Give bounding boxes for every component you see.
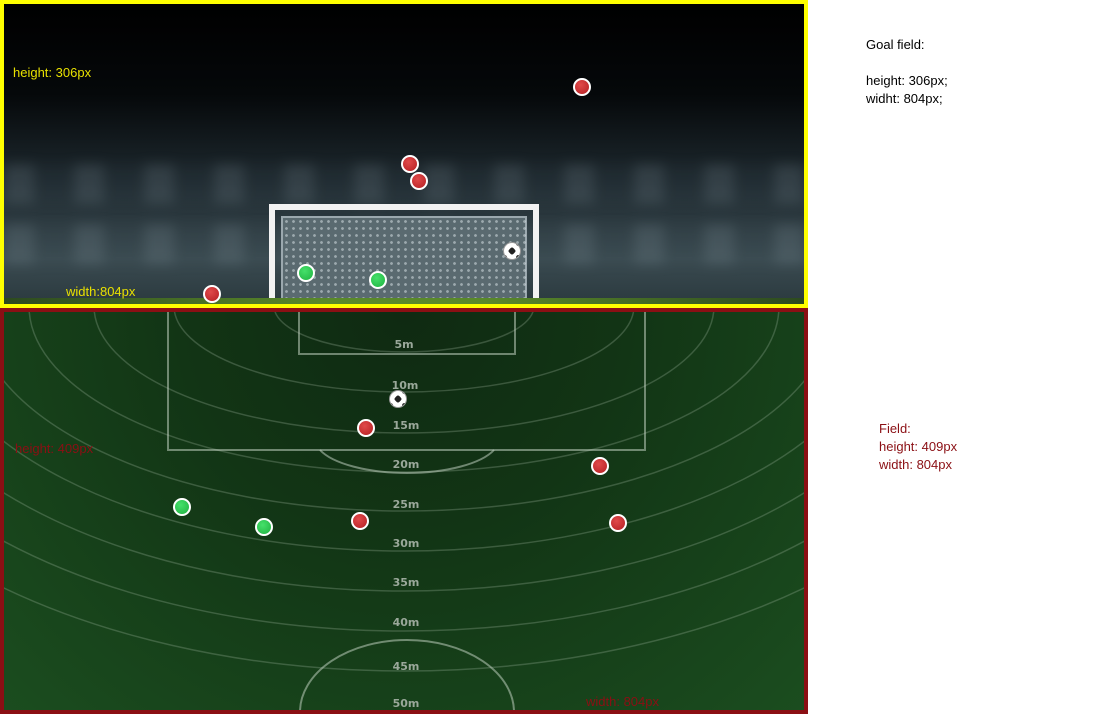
goal-width-label: width:804px — [66, 284, 136, 299]
distance-label-30m: 30m — [393, 537, 420, 550]
red-player-marker-icon[interactable] — [357, 419, 375, 437]
goal-annotation-title: Goal field: — [866, 37, 925, 52]
field-lines: 5m 10m 15m 20m 25m 30m 35m 40m 45m 50m — [4, 312, 804, 710]
distance-label-25m: 25m — [393, 498, 420, 511]
distance-label-20m: 20m — [393, 458, 420, 471]
green-player-marker-icon[interactable] — [255, 518, 273, 536]
red-player-marker-icon[interactable] — [401, 155, 419, 173]
distance-label-15m: 15m — [393, 419, 420, 432]
distance-label-10m: 10m — [392, 379, 419, 392]
field-annotation-width: width: 804px — [879, 457, 952, 472]
field-annotation-title: Field: — [879, 421, 911, 436]
field-panel: 5m 10m 15m 20m 25m 30m 35m 40m 45m 50m h… — [0, 308, 808, 714]
red-player-marker-icon[interactable] — [609, 514, 627, 532]
green-player-marker-icon[interactable] — [297, 264, 315, 282]
red-player-marker-icon[interactable] — [410, 172, 428, 190]
red-player-marker-icon[interactable] — [573, 78, 591, 96]
goal-height-label: height: 306px — [13, 65, 92, 80]
distance-label-50m: 50m — [393, 697, 420, 710]
distance-label-40m: 40m — [393, 616, 420, 629]
goal-net — [281, 216, 527, 304]
soccer-ball-icon[interactable] — [390, 391, 406, 407]
goal-frame — [269, 204, 539, 304]
goal-annotation-width: widht: 804px; — [866, 91, 943, 106]
distance-label-45m: 45m — [393, 660, 420, 673]
green-player-marker-icon[interactable] — [173, 498, 191, 516]
soccer-ball-icon[interactable] — [504, 243, 520, 259]
goal-field-annotation: Goal field: height: 306px; widht: 804px; — [866, 36, 948, 108]
field-annotation: Field: height: 409px width: 804px — [879, 420, 957, 474]
red-player-marker-icon[interactable] — [351, 512, 369, 530]
goal-field-panel: height: 306px width:804px — [0, 0, 808, 308]
field-height-label: height: 409px — [15, 441, 94, 456]
green-player-marker-icon[interactable] — [369, 271, 387, 289]
field-width-label: width: 804px — [586, 694, 659, 709]
field-annotation-height: height: 409px — [879, 439, 958, 454]
distance-label-5m: 5m — [394, 338, 413, 351]
red-player-marker-icon[interactable] — [591, 457, 609, 475]
distance-label-35m: 35m — [393, 576, 420, 589]
red-player-marker-icon[interactable] — [203, 285, 221, 303]
goal-annotation-height: height: 306px; — [866, 73, 948, 88]
